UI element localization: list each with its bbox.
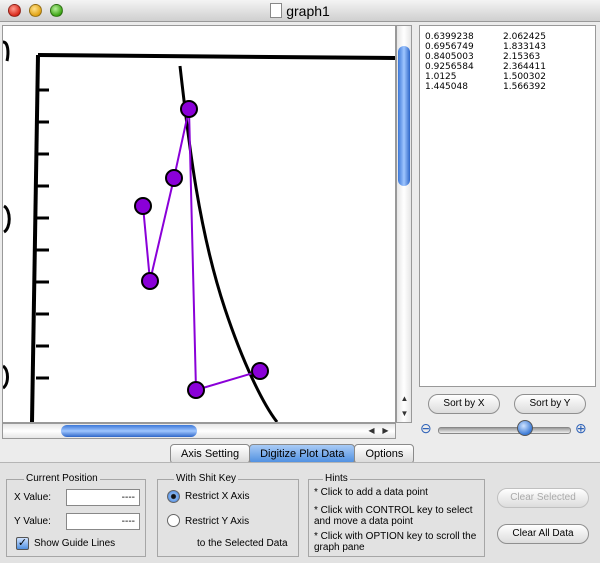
data-list-row[interactable]: 0.6399238 2.062425 bbox=[420, 32, 595, 42]
graph-top-border bbox=[37, 53, 395, 60]
tab-options[interactable]: Options bbox=[354, 444, 415, 464]
data-point[interactable] bbox=[187, 381, 205, 399]
graph-y-axis bbox=[30, 54, 40, 422]
title-bar: graph1 bbox=[0, 0, 600, 22]
graph-pane[interactable] bbox=[2, 25, 396, 423]
data-list-row[interactable]: 0.6956749 1.833143 bbox=[420, 42, 595, 52]
magnifier-plus-icon[interactable]: ⊕ bbox=[575, 421, 587, 435]
scroll-left-arrow[interactable]: ◀ bbox=[365, 424, 378, 438]
document-icon bbox=[270, 3, 283, 18]
horizontal-scroll-thumb[interactable] bbox=[61, 425, 197, 437]
data-y-value: 1.833143 bbox=[503, 42, 546, 52]
data-list-row[interactable]: 1.445048 1.566392 bbox=[420, 82, 595, 92]
sort-by-x-button[interactable]: Sort by X bbox=[428, 394, 500, 414]
scroll-right-arrow[interactable]: ▶ bbox=[379, 424, 392, 438]
y-value-field[interactable]: ---- bbox=[66, 513, 140, 530]
digitized-graph[interactable] bbox=[3, 26, 395, 422]
data-point[interactable] bbox=[180, 100, 198, 118]
window-title-area: graph1 bbox=[0, 3, 600, 19]
restrict-x-label: Restrict X Axis bbox=[185, 491, 250, 502]
tab-digitize-plot-data[interactable]: Digitize Plot Data bbox=[249, 444, 356, 464]
scroll-up-arrow[interactable]: ▲ bbox=[398, 392, 411, 406]
vertical-scroll-thumb[interactable] bbox=[398, 46, 410, 186]
vertical-scrollbar[interactable]: ▲ ▼ bbox=[396, 25, 412, 423]
data-points[interactable] bbox=[134, 100, 269, 399]
data-point[interactable] bbox=[141, 272, 159, 290]
magnifier-minus-icon[interactable]: ⊖ bbox=[420, 421, 432, 435]
selected-data-note: to the Selected Data bbox=[197, 538, 288, 549]
data-x-value: 1.445048 bbox=[425, 82, 468, 92]
data-y-value: 1.566392 bbox=[503, 82, 546, 92]
hints-title: Hints bbox=[323, 473, 350, 484]
data-x-value: 1.0125 bbox=[425, 72, 457, 82]
hint-1: * Click to add a data point bbox=[314, 487, 428, 498]
y-value-label: Y Value: bbox=[14, 516, 51, 527]
scroll-down-arrow[interactable]: ▼ bbox=[398, 407, 411, 421]
current-position-title: Current Position bbox=[24, 473, 100, 484]
data-x-value: 0.6399238 bbox=[425, 32, 474, 42]
data-list-row[interactable]: 0.9256584 2.364411 bbox=[420, 62, 595, 72]
x-value-label: X Value: bbox=[14, 492, 52, 503]
zoom-slider-knob[interactable] bbox=[517, 420, 533, 436]
x-value-field[interactable]: ---- bbox=[66, 489, 140, 506]
show-guide-lines-label: Show Guide Lines bbox=[34, 538, 116, 549]
tab-axis-setting[interactable]: Axis Setting bbox=[170, 444, 251, 464]
tab-bar: Axis Setting Digitize Plot Data Options bbox=[170, 444, 415, 464]
window-title: graph1 bbox=[286, 3, 330, 19]
data-list-row[interactable]: 1.0125 1.500302 bbox=[420, 72, 595, 82]
axis-label-middle bbox=[3, 204, 11, 234]
data-point[interactable] bbox=[165, 169, 183, 187]
hint-2: * Click with CONTROL key to select and m… bbox=[314, 505, 473, 527]
clear-all-data-button[interactable]: Clear All Data bbox=[497, 524, 589, 544]
restrict-y-label: Restrict Y Axis bbox=[185, 516, 250, 527]
data-point[interactable] bbox=[134, 197, 152, 215]
axis-label-top bbox=[3, 40, 10, 62]
data-y-value: 2.15363 bbox=[503, 52, 541, 62]
hint-3: * Click with OPTION key to scroll the gr… bbox=[314, 531, 477, 553]
data-y-value: 2.062425 bbox=[503, 32, 546, 42]
data-list[interactable]: 0.6399238 2.062425 0.6956749 1.833143 0.8405… bbox=[419, 25, 596, 387]
zoom-slider[interactable] bbox=[438, 427, 571, 434]
restrict-x-radio[interactable] bbox=[167, 490, 180, 503]
data-list-row[interactable]: 0.8405003 2.15363 bbox=[420, 52, 595, 62]
data-y-value: 2.364411 bbox=[503, 62, 546, 72]
restrict-y-radio[interactable] bbox=[167, 514, 180, 527]
control-panel: Current Position X Value: ---- Y Value: … bbox=[0, 462, 600, 563]
data-y-value: 1.500302 bbox=[503, 72, 546, 82]
data-x-value: 0.8405003 bbox=[425, 52, 474, 62]
data-point[interactable] bbox=[251, 362, 269, 380]
sort-by-y-button[interactable]: Sort by Y bbox=[514, 394, 586, 414]
data-x-value: 0.9256584 bbox=[425, 62, 474, 72]
data-x-value: 0.6956749 bbox=[425, 42, 474, 52]
shift-key-title: With Shit Key bbox=[174, 473, 239, 484]
show-guide-lines-checkbox[interactable]: ✓ bbox=[16, 537, 29, 550]
clear-selected-button[interactable]: Clear Selected bbox=[497, 488, 589, 508]
horizontal-scrollbar[interactable]: ◀ ▶ bbox=[2, 423, 396, 439]
data-polyline bbox=[142, 108, 261, 392]
axis-label-bottom bbox=[3, 364, 9, 390]
